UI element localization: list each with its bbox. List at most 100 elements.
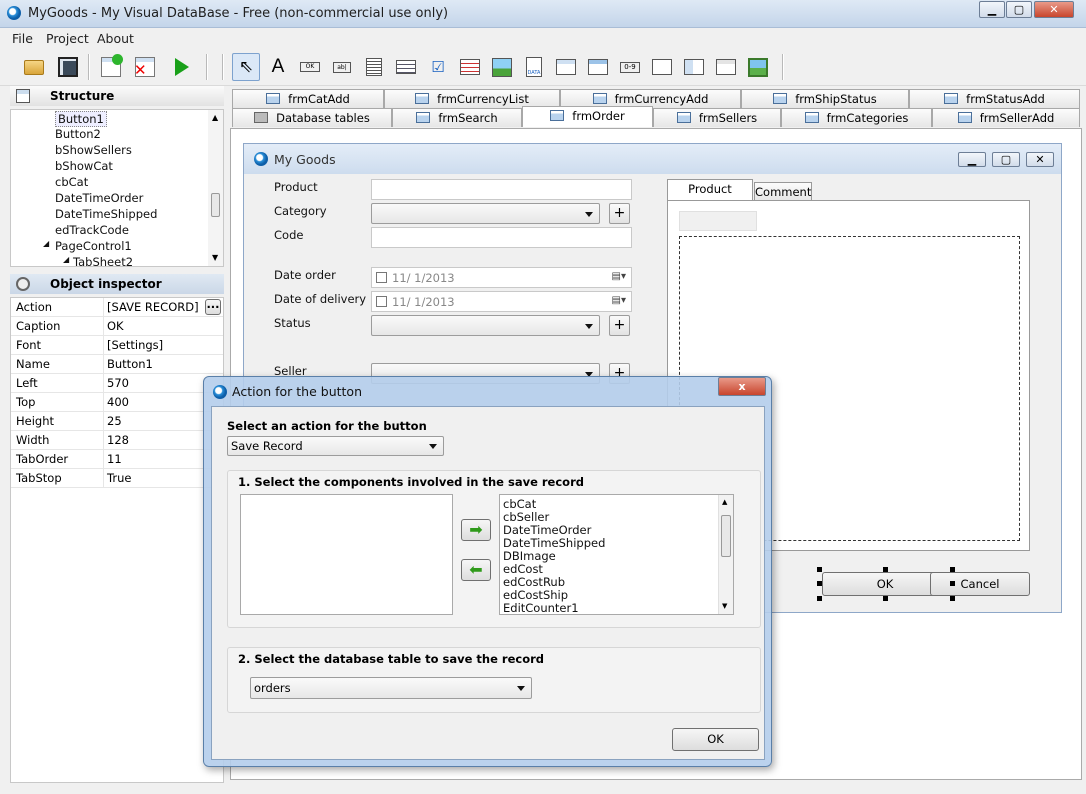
- dbfile-icon[interactable]: DATA: [520, 53, 548, 81]
- tree-item[interactable]: PageControl1: [55, 239, 132, 253]
- tab-frmcategories[interactable]: frmCategories: [781, 108, 932, 127]
- save-disk-icon[interactable]: [54, 53, 82, 81]
- tree-item-button1[interactable]: Button1: [55, 111, 107, 127]
- prop-value[interactable]: True: [107, 469, 131, 487]
- list-item[interactable]: EditCounter1: [503, 601, 579, 614]
- selection-handle[interactable]: [883, 596, 888, 601]
- form-maximize-button[interactable]: ▢: [992, 152, 1020, 167]
- form-close-button[interactable]: ✕: [1026, 152, 1054, 167]
- panel-icon[interactable]: [648, 53, 676, 81]
- scroll-thumb[interactable]: [721, 515, 731, 557]
- combobox-icon[interactable]: [392, 53, 420, 81]
- datetime-icon[interactable]: [552, 53, 580, 81]
- grid-icon[interactable]: [456, 53, 484, 81]
- tree-item[interactable]: cbCat: [55, 175, 88, 189]
- dialog-close-button[interactable]: x: [718, 377, 766, 396]
- tab-product-photos[interactable]: Product photos: [667, 179, 753, 214]
- menu-file[interactable]: File: [12, 31, 33, 46]
- tab-frmcatadd[interactable]: frmCatAdd: [232, 89, 384, 108]
- button-icon[interactable]: OK: [296, 53, 324, 81]
- tab-frmsellers[interactable]: frmSellers: [653, 108, 781, 127]
- tree-scrollbar[interactable]: ▲ ▼: [208, 110, 223, 266]
- scroll-thumb[interactable]: [211, 193, 220, 217]
- image-icon[interactable]: [488, 53, 516, 81]
- prop-value[interactable]: 128: [107, 431, 129, 449]
- date-order-picker[interactable]: 11/ 1/2013 ▤▾: [371, 267, 632, 288]
- scroll-down-icon[interactable]: ▼: [722, 602, 727, 610]
- prop-value[interactable]: 11: [107, 450, 122, 468]
- counter-icon[interactable]: 0-9: [616, 53, 644, 81]
- selection-handle[interactable]: [950, 567, 955, 572]
- tab-database-tables[interactable]: Database tables: [232, 108, 392, 127]
- scroll-down-icon[interactable]: ▼: [212, 253, 218, 262]
- selection-handle[interactable]: [817, 581, 822, 586]
- table-combo[interactable]: orders: [250, 677, 532, 699]
- prop-value[interactable]: Button1: [107, 355, 153, 373]
- form-minimize-button[interactable]: ▁: [958, 152, 986, 167]
- new-form-icon[interactable]: [97, 53, 125, 81]
- add-status-button[interactable]: +: [609, 315, 630, 336]
- picture-icon[interactable]: [744, 53, 772, 81]
- tree-item[interactable]: Button2: [55, 127, 101, 141]
- prop-value[interactable]: 25: [107, 412, 122, 430]
- delete-form-icon[interactable]: ✕: [131, 53, 159, 81]
- checkbox[interactable]: [376, 296, 387, 307]
- close-window-button[interactable]: ✕: [1034, 1, 1074, 18]
- list-item[interactable]: cbSeller: [503, 510, 549, 524]
- prop-value[interactable]: [SAVE RECORD]: [107, 298, 199, 316]
- structure-tree[interactable]: Button1 Button2 bShowSellers bShowCat cb…: [10, 109, 224, 267]
- tree-item[interactable]: edTrackCode: [55, 223, 129, 237]
- minimize-button[interactable]: ▁: [979, 1, 1005, 18]
- tab-frmstatusadd[interactable]: frmStatusAdd: [909, 89, 1080, 108]
- tree-expander-icon[interactable]: ◢: [43, 239, 49, 248]
- dialog-ok-button[interactable]: OK: [672, 728, 759, 751]
- maximize-button[interactable]: ▢: [1006, 1, 1032, 18]
- label-icon[interactable]: A: [264, 53, 292, 81]
- prop-value[interactable]: 400: [107, 393, 129, 411]
- memo-icon[interactable]: [360, 53, 388, 81]
- move-right-button[interactable]: ➡: [461, 519, 491, 541]
- category-combo[interactable]: [371, 203, 600, 224]
- table-icon[interactable]: [584, 53, 612, 81]
- tab-frmorder[interactable]: frmOrder: [522, 106, 653, 127]
- checkbox-icon[interactable]: ☑: [424, 53, 452, 81]
- selection-handle[interactable]: [817, 567, 822, 572]
- tab-frmsearch[interactable]: frmSearch: [392, 108, 522, 127]
- list-item[interactable]: cbCat: [503, 497, 536, 511]
- list-item[interactable]: DateTimeOrder: [503, 523, 591, 537]
- tree-item[interactable]: bShowCat: [55, 159, 113, 173]
- menu-project[interactable]: Project: [46, 31, 89, 46]
- list-item[interactable]: edCostShip: [503, 588, 568, 602]
- list-scrollbar[interactable]: ▲ ▼: [718, 495, 733, 614]
- tree-item[interactable]: DateTimeShipped: [55, 207, 157, 221]
- run-icon[interactable]: [168, 53, 196, 81]
- edit-icon[interactable]: ab|: [328, 53, 356, 81]
- menu-about[interactable]: About: [97, 31, 134, 46]
- checkbox[interactable]: [376, 272, 387, 283]
- tree-expander-icon[interactable]: ◢: [63, 255, 69, 264]
- list-item[interactable]: edCostRub: [503, 575, 565, 589]
- scroll-up-icon[interactable]: ▲: [212, 113, 218, 122]
- selection-handle[interactable]: [950, 581, 955, 586]
- date-delivery-picker[interactable]: 11/ 1/2013 ▤▾: [371, 291, 632, 312]
- tab-frmshipstatus[interactable]: frmShipStatus: [741, 89, 909, 108]
- selection-handle[interactable]: [883, 567, 888, 572]
- prop-value[interactable]: OK: [107, 317, 124, 335]
- prop-value[interactable]: [Settings]: [107, 336, 163, 354]
- tree-item[interactable]: bShowSellers: [55, 143, 132, 157]
- prop-value[interactable]: 570: [107, 374, 129, 392]
- action-combo[interactable]: Save Record: [227, 436, 444, 456]
- selection-handle[interactable]: [817, 596, 822, 601]
- list-item[interactable]: DBImage: [503, 549, 556, 563]
- tab-comment[interactable]: Comment: [754, 182, 812, 201]
- tab-frmselleradd[interactable]: frmSellerAdd: [932, 108, 1080, 127]
- ellipsis-button[interactable]: ...: [205, 298, 221, 315]
- list-item[interactable]: edCost: [503, 562, 543, 576]
- pointer-icon[interactable]: ⇖: [232, 53, 260, 81]
- calendar-icon[interactable]: ▤▾: [612, 271, 626, 282]
- add-category-button[interactable]: +: [609, 203, 630, 224]
- cancel-button[interactable]: Cancel: [930, 572, 1030, 596]
- selection-handle[interactable]: [950, 596, 955, 601]
- calendar-icon[interactable]: ▤▾: [612, 295, 626, 306]
- tree-item[interactable]: TabSheet2: [73, 255, 133, 266]
